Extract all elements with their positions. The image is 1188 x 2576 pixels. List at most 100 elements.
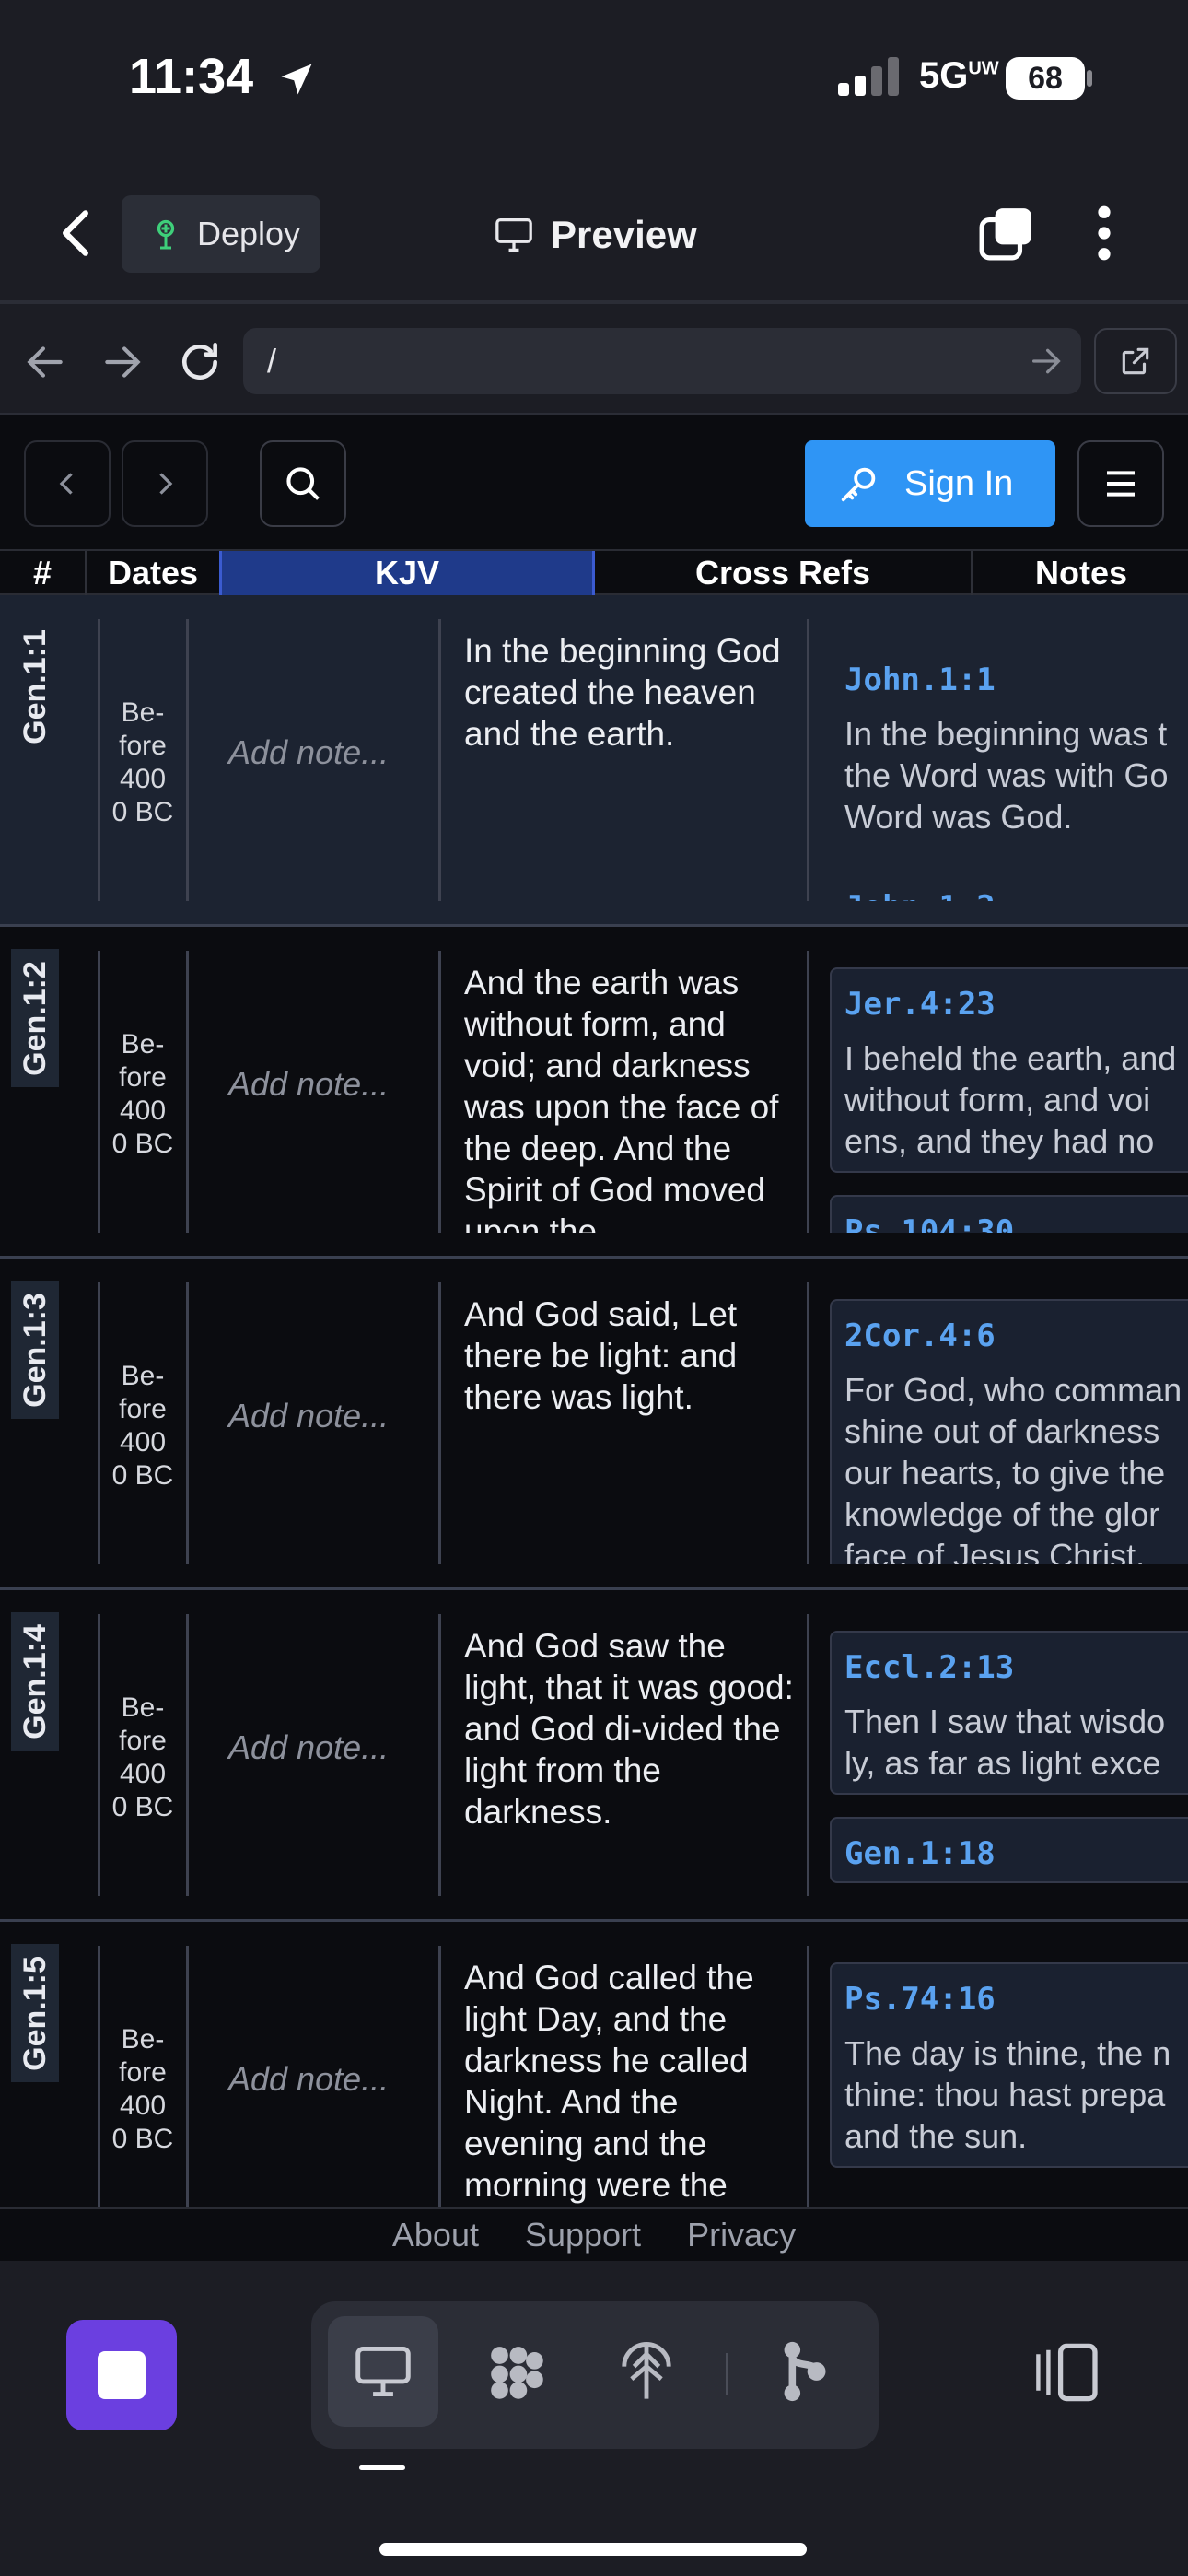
key-icon <box>841 467 876 502</box>
date-cell: Be-fore 400 0 BC <box>111 1692 174 1822</box>
verse-ref[interactable]: Gen.1:5 <box>11 1944 59 2082</box>
sign-in-label: Sign In <box>904 463 1014 503</box>
deploy-view-button[interactable] <box>591 2316 702 2427</box>
battery-nub <box>1087 70 1092 87</box>
footer-links: About Support Privacy <box>0 2207 1188 2261</box>
preview-view-button[interactable] <box>328 2316 438 2427</box>
col-cross-refs[interactable]: Cross Refs <box>597 551 969 595</box>
sign-in-button[interactable]: Sign In <box>805 440 1055 527</box>
preview-title[interactable]: Preview <box>494 203 697 267</box>
cross-ref-card[interactable]: Gen.1:18 <box>830 1817 1188 1883</box>
location-arrow-icon <box>281 64 312 95</box>
preview-label: Preview <box>551 213 697 256</box>
cross-ref-code[interactable]: Jer.4:23 <box>844 986 1188 1023</box>
tabs-icon[interactable] <box>978 205 1035 262</box>
about-link[interactable]: About <box>392 2216 479 2254</box>
deploy-label: Deploy <box>197 215 301 252</box>
next-button[interactable] <box>122 440 208 527</box>
add-note-field[interactable]: Add note... <box>228 1397 389 1435</box>
add-note-field[interactable]: Add note... <box>228 1065 389 1104</box>
verse-row[interactable]: Gen.1:1 Be-fore 400 0 BC Add note... In the b… <box>0 595 1188 927</box>
agent-view-button[interactable] <box>460 2316 571 2427</box>
cross-ref-code[interactable]: 2Cor.4:6 <box>844 1317 1188 1354</box>
deploy-button[interactable]: Deploy <box>122 195 320 273</box>
panes-toggle-icon[interactable] <box>1030 2342 1100 2403</box>
cross-ref-text: In the beginning was t the Word was with … <box>844 715 1169 836</box>
cross-refs-cell: Eccl.2:13 Then I saw that wisdo ly, as far… <box>807 1614 1188 1896</box>
browser-forward-icon[interactable] <box>99 339 146 385</box>
active-tab-underline <box>359 2465 405 2470</box>
support-link[interactable]: Support <box>525 2216 641 2254</box>
add-note-field[interactable]: Add note... <box>228 1728 389 1767</box>
url-go-arrow-icon[interactable] <box>1028 343 1065 380</box>
privacy-link[interactable]: Privacy <box>687 2216 796 2254</box>
search-icon <box>286 467 320 500</box>
col-notes[interactable]: Notes <box>974 551 1188 595</box>
cross-ref-code[interactable]: Gen.1:18 <box>844 1835 1188 1872</box>
network-type: 5GUW <box>919 55 999 96</box>
back-chevron-icon[interactable] <box>57 208 94 258</box>
chevron-left-icon <box>59 473 73 495</box>
add-note-field[interactable]: Add note... <box>228 2060 389 2099</box>
cross-ref-code[interactable]: Eccl.2:13 <box>844 1649 1188 1686</box>
verse-text: In the beginning God created the heaven … <box>464 632 781 753</box>
cross-ref-code[interactable]: Ps.104:30 <box>844 1213 1188 1233</box>
cross-ref-card[interactable]: John.1:1 In the beginning was t the Word w… <box>830 643 1188 849</box>
verse-ref[interactable]: Gen.1:3 <box>11 1281 59 1419</box>
verse-row[interactable]: Gen.1:5 Be-fore 400 0 BC Add note... And God … <box>0 1922 1188 2207</box>
column-header: # Dates KJV Cross Refs Notes <box>0 549 1188 595</box>
cross-refs-cell: Ps.74:16 The day is thine, the n thine: th… <box>807 1946 1188 2207</box>
verse-row[interactable]: Gen.1:4 Be-fore 400 0 BC Add note... And God … <box>0 1590 1188 1922</box>
cross-ref-card[interactable]: Ps.104:30 <box>830 1195 1188 1233</box>
add-note-field[interactable]: Add note... <box>228 733 389 772</box>
search-button[interactable] <box>260 440 346 527</box>
cross-ref-code[interactable]: Ps.74:16 <box>844 1981 1188 2018</box>
cross-ref-code[interactable]: John.1:1 <box>844 662 1188 698</box>
stop-button[interactable] <box>66 2320 177 2430</box>
status-time: 11:34 <box>129 49 254 104</box>
cross-refs-cell: 2Cor.4:6 For God, who comman shine out of … <box>807 1282 1188 1564</box>
reload-icon[interactable] <box>177 339 223 385</box>
date-cell: Be-fore 400 0 BC <box>111 2024 174 2154</box>
more-options-icon[interactable] <box>1090 205 1118 262</box>
view-switcher <box>311 2301 879 2449</box>
verse-ref[interactable]: Gen.1:4 <box>11 1612 59 1751</box>
stop-icon <box>98 2351 146 2399</box>
hamburger-icon <box>1107 471 1135 497</box>
browser-back-icon[interactable] <box>22 339 68 385</box>
dots-cluster-icon <box>491 2347 543 2399</box>
cross-ref-card[interactable]: 2Cor.4:6 For God, who comman shine out of … <box>830 1299 1188 1564</box>
battery-indicator: 68 <box>1006 57 1085 100</box>
verse-row[interactable]: Gen.1:2 Be-fore 400 0 BC Add note... And the … <box>0 927 1188 1259</box>
col-number[interactable]: # <box>0 551 85 595</box>
web-toolbar: Sign In <box>0 415 1188 551</box>
verse-text: And God saw the light, that it was good:… <box>464 1627 794 1831</box>
verse-ref[interactable]: Gen.1:2 <box>11 949 59 1087</box>
verse-row[interactable]: Gen.1:3 Be-fore 400 0 BC Add note... And God … <box>0 1259 1188 1590</box>
cross-ref-code[interactable]: John.1:2 <box>844 889 1188 901</box>
open-external-button[interactable] <box>1094 328 1177 394</box>
cross-ref-card[interactable]: John.1:2 <box>830 871 1188 901</box>
hamburger-menu-button[interactable] <box>1077 440 1164 527</box>
col-kjv[interactable]: KJV <box>219 551 595 595</box>
deploy-icon <box>157 219 175 250</box>
cross-ref-card[interactable]: Jer.4:23 I beheld the earth, and without f… <box>830 967 1188 1173</box>
cross-ref-card[interactable]: Ps.74:16 The day is thine, the n thine: th… <box>830 1962 1188 2168</box>
col-dates[interactable]: Dates <box>88 551 217 595</box>
verse-text: And the earth was without form, and void… <box>464 964 779 1233</box>
status-bar: 11:34 5GUW 68 <box>0 0 1188 157</box>
date-cell: Be-fore 400 0 BC <box>111 1029 174 1159</box>
git-view-button[interactable] <box>748 2316 858 2427</box>
segment-divider <box>726 2353 728 2395</box>
monitor-icon <box>495 217 532 252</box>
url-input[interactable] <box>243 328 1081 394</box>
prev-button[interactable] <box>24 440 111 527</box>
url-bar <box>0 308 1188 415</box>
verse-ref[interactable]: Gen.1:1 <box>11 617 59 755</box>
branch-icon <box>784 2341 826 2402</box>
cross-refs-cell: John.1:1 In the beginning was t the Word w… <box>807 619 1188 901</box>
cross-ref-text: For God, who comman shine out of darkness… <box>844 1371 1182 1564</box>
cross-ref-card[interactable]: Eccl.2:13 Then I saw that wisdo ly, as far… <box>830 1631 1188 1795</box>
cross-refs-cell: Jer.4:23 I beheld the earth, and without f… <box>807 951 1188 1233</box>
verse-text: And God said, Let there be light: and th… <box>464 1295 738 1416</box>
